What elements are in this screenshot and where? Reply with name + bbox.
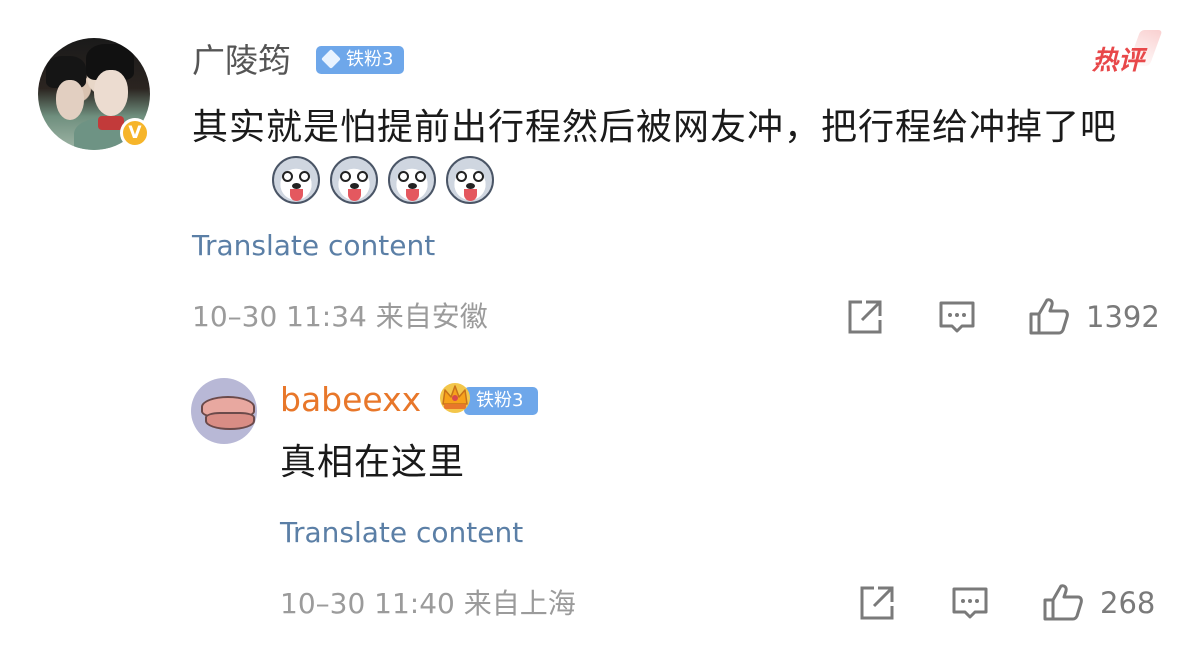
reply-avatar[interactable]: [191, 378, 257, 444]
husky-emoji-icon: [446, 156, 494, 204]
username[interactable]: 广陵筠: [192, 38, 291, 84]
avatar-detail: [205, 412, 255, 430]
crown-icon: [440, 383, 470, 413]
share-icon[interactable]: [846, 298, 884, 336]
like-count: 268: [1100, 586, 1156, 620]
husky-emoji-icon: [330, 156, 378, 204]
emoji-row: [272, 156, 494, 206]
share-icon[interactable]: [858, 584, 896, 622]
husky-emoji-icon: [272, 156, 320, 204]
comment-text: 其实就是怕提前出行程然后被网友冲，把行程给冲掉了吧: [192, 107, 1118, 148]
translate-link[interactable]: Translate content: [192, 226, 435, 266]
reply-text: 真相在这里: [280, 442, 466, 483]
diamond-icon: [321, 49, 341, 69]
verified-icon: V: [120, 118, 150, 148]
timestamp-location: 10–30 11:40 来自上海: [280, 587, 576, 620]
fan-level-label: 铁粉3: [476, 390, 524, 411]
like-count: 1392: [1086, 300, 1160, 334]
reply-username[interactable]: babeexx: [280, 378, 421, 422]
fan-level-label: 铁粉3: [346, 49, 394, 70]
hot-comment-badge: 热评: [1092, 46, 1145, 76]
husky-emoji-icon: [388, 156, 436, 204]
like-icon[interactable]: [1028, 296, 1070, 336]
avatar-detail: [94, 70, 128, 116]
timestamp-location: 10–30 11:34 来自安徽: [192, 300, 488, 333]
like-icon[interactable]: [1042, 582, 1084, 622]
fan-level-badge[interactable]: 铁粉3: [316, 46, 404, 74]
comment-icon[interactable]: [951, 584, 989, 622]
translate-link[interactable]: Translate content: [280, 513, 523, 553]
comment-icon[interactable]: [938, 298, 976, 336]
reply-fan-level-badge[interactable]: 铁粉3: [464, 387, 538, 415]
avatar-detail: [56, 80, 84, 120]
